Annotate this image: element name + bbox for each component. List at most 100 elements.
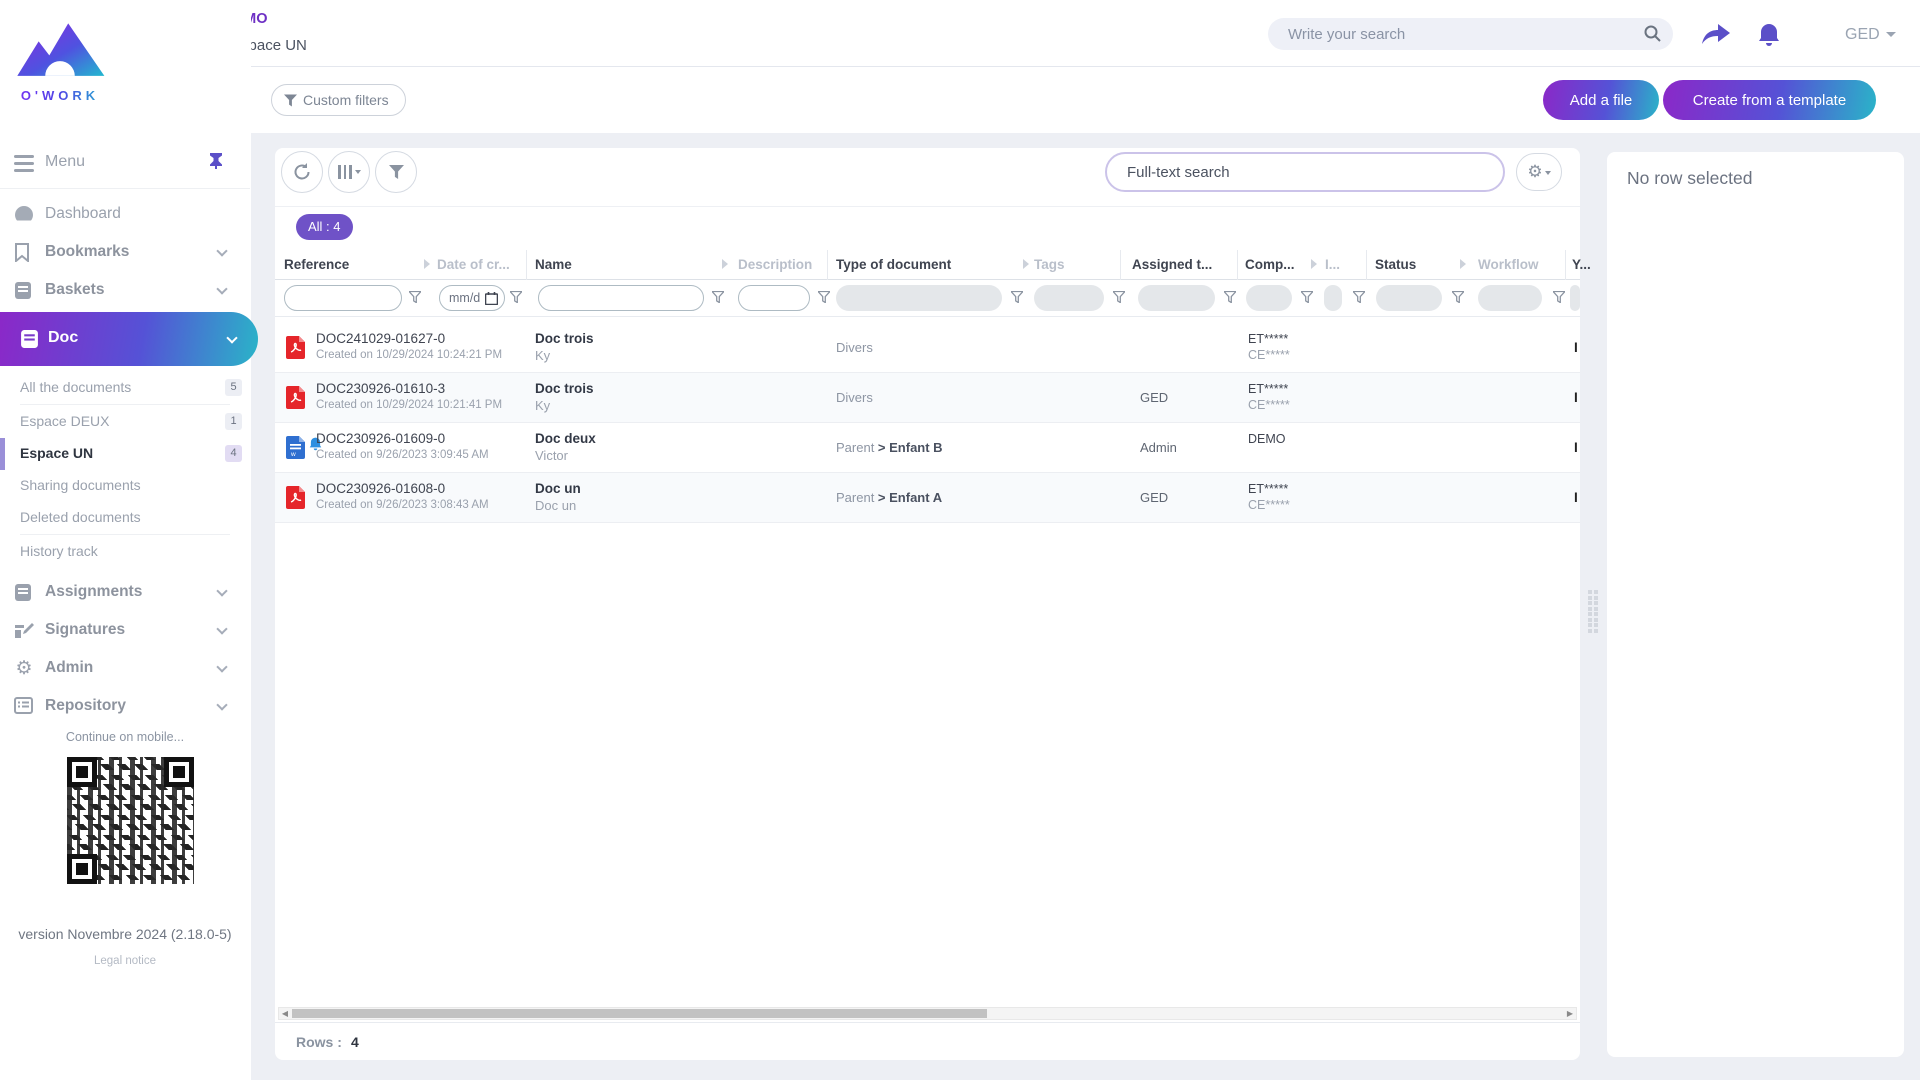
column-header-assigned[interactable]: Assigned t... xyxy=(1132,257,1212,272)
column-header-date[interactable]: Date of cr... xyxy=(437,257,510,272)
filter-input-tags[interactable] xyxy=(1034,285,1104,311)
custom-filters-button[interactable]: Custom filters xyxy=(271,84,406,116)
sidebar-item-doc[interactable]: Doc xyxy=(0,312,258,366)
sidebar-subitem-history-track[interactable]: History track xyxy=(0,536,250,568)
fulltext-search-input[interactable] xyxy=(1127,154,1487,190)
column-header-company[interactable]: Comp... xyxy=(1245,257,1295,272)
app-logo: O'WORK xyxy=(10,8,110,103)
table-row[interactable]: DOC241029-01627-0 Created on 10/29/2024 … xyxy=(275,323,1580,373)
expand-arrow-icon[interactable] xyxy=(1460,259,1466,269)
table-row[interactable]: DOC230926-01610-3 Created on 10/29/2024 … xyxy=(275,373,1580,423)
horizontal-scrollbar[interactable]: ◀ ▶ xyxy=(278,1007,1577,1020)
filter-input-description[interactable] xyxy=(738,285,810,311)
filter-funnel-icon[interactable] xyxy=(1452,291,1464,303)
filter-input-y[interactable] xyxy=(1570,285,1580,311)
divider xyxy=(0,188,250,189)
sidebar-item-label: Assignments xyxy=(45,583,142,601)
filter-funnel-icon[interactable] xyxy=(1011,291,1023,303)
table-settings-button[interactable]: ⚙ xyxy=(1516,153,1562,191)
filter-funnel-icon[interactable] xyxy=(1353,291,1365,303)
version-text: version Novembre 2024 (2.18.0-5) xyxy=(0,926,250,942)
filter-funnel-icon[interactable] xyxy=(1301,291,1313,303)
expand-arrow-icon[interactable] xyxy=(424,259,430,269)
global-search-input[interactable] xyxy=(1288,18,1628,50)
filter-input-workflow[interactable] xyxy=(1478,285,1542,311)
column-header-reference[interactable]: Reference xyxy=(284,257,349,272)
sidebar-item-signatures[interactable]: Signatures xyxy=(0,612,250,650)
count-badge: 5 xyxy=(225,379,242,396)
filter-input-name[interactable] xyxy=(538,285,704,311)
filter-funnel-icon[interactable] xyxy=(510,291,522,303)
filter-input-company[interactable] xyxy=(1246,285,1292,311)
filter-input-date[interactable]: mm/d xyxy=(439,285,505,311)
filter-funnel-icon[interactable] xyxy=(1224,291,1236,303)
columns-button[interactable] xyxy=(328,151,370,193)
sidebar-subitem-espace-deux[interactable]: Espace DEUX 1 xyxy=(0,406,250,438)
column-header-type[interactable]: Type of document xyxy=(836,257,951,272)
expand-arrow-icon[interactable] xyxy=(1311,259,1317,269)
sidebar-subitem-espace-un[interactable]: Espace UN 4 xyxy=(0,438,250,470)
filter-button[interactable] xyxy=(375,151,417,193)
table-row[interactable]: DOC230926-01608-0 Created on 9/26/2023 3… xyxy=(275,473,1580,523)
global-search xyxy=(1268,18,1673,50)
filter-funnel-icon[interactable] xyxy=(1113,291,1125,303)
table-row[interactable]: w DOC230926-01609-0 Created on 9/26/2023… xyxy=(275,423,1580,473)
column-header-description[interactable]: Description xyxy=(738,257,812,272)
column-header-i[interactable]: I... xyxy=(1325,257,1340,272)
scroll-left-arrow[interactable]: ◀ xyxy=(279,1008,291,1019)
sidebar-item-dashboard[interactable]: Dashboard xyxy=(0,196,250,234)
sidebar-subitem-sharing-documents[interactable]: Sharing documents xyxy=(0,470,250,502)
document-subtitle: Doc un xyxy=(535,498,581,513)
brand-wordmark: O'WORK xyxy=(10,88,110,103)
create-from-template-button[interactable]: Create from a template xyxy=(1663,80,1876,120)
sidebar-item-label: Signatures xyxy=(45,621,125,639)
filter-input-assigned[interactable] xyxy=(1138,285,1215,311)
share-icon[interactable] xyxy=(1700,22,1732,46)
filter-funnel-icon[interactable] xyxy=(409,291,421,303)
column-header-name[interactable]: Name xyxy=(535,257,572,272)
filter-funnel-icon[interactable] xyxy=(1553,291,1565,303)
sidebar-subitem-all-documents[interactable]: All the documents 5 xyxy=(0,372,250,404)
sidebar-subitem-deleted-documents[interactable]: Deleted documents xyxy=(0,502,250,534)
column-header-status[interactable]: Status xyxy=(1375,257,1416,272)
document-reference: DOC230926-01609-0 xyxy=(316,431,489,446)
refresh-button[interactable] xyxy=(281,151,323,193)
filter-funnel-icon[interactable] xyxy=(712,291,724,303)
column-header-tags[interactable]: Tags xyxy=(1034,257,1065,272)
filter-input-status[interactable] xyxy=(1376,285,1442,311)
filter-input-i[interactable] xyxy=(1324,285,1342,311)
column-divider xyxy=(1366,250,1367,280)
sidebar-item-baskets[interactable]: Baskets xyxy=(0,272,250,310)
sidebar-item-admin[interactable]: ⚙ Admin xyxy=(0,650,250,688)
expand-arrow-icon[interactable] xyxy=(722,259,728,269)
search-icon[interactable] xyxy=(1644,25,1661,42)
legal-notice-link[interactable]: Legal notice xyxy=(0,955,250,967)
column-header-workflow[interactable]: Workflow xyxy=(1478,257,1539,272)
filter-funnel-icon[interactable] xyxy=(818,291,830,303)
chevron-down-icon xyxy=(216,283,227,294)
divider xyxy=(275,206,1580,207)
subitem-label: All the documents xyxy=(20,379,131,395)
filter-input-reference[interactable] xyxy=(284,285,402,311)
scroll-right-arrow[interactable]: ▶ xyxy=(1564,1008,1576,1019)
clipped-cell-text: I xyxy=(1574,490,1579,505)
scrollbar-thumb[interactable] xyxy=(292,1009,987,1018)
hamburger-icon[interactable] xyxy=(14,155,34,176)
pdf-file-icon xyxy=(286,486,305,509)
sidebar-item-repository[interactable]: Repository xyxy=(0,688,250,726)
document-reference: DOC230926-01610-3 xyxy=(316,381,502,396)
sidebar-item-assignments[interactable]: Assignments xyxy=(0,574,250,612)
sidebar-item-label: Dashboard xyxy=(45,205,121,223)
bell-icon[interactable] xyxy=(1756,22,1782,48)
chevron-down-icon xyxy=(226,332,237,343)
user-menu-dropdown[interactable]: GED xyxy=(1845,26,1896,44)
add-file-button[interactable]: Add a file xyxy=(1543,80,1659,120)
sidebar-item-bookmarks[interactable]: Bookmarks xyxy=(0,234,250,272)
filter-input-type[interactable] xyxy=(836,285,1002,311)
panel-resize-handle[interactable] xyxy=(1588,590,1600,630)
date-placeholder: mm/d xyxy=(449,291,480,305)
column-header-y[interactable]: Y... xyxy=(1572,257,1591,272)
filter-chip-all[interactable]: All : 4 xyxy=(296,214,353,240)
pin-icon[interactable] xyxy=(208,152,224,169)
expand-arrow-icon[interactable] xyxy=(1023,259,1029,269)
